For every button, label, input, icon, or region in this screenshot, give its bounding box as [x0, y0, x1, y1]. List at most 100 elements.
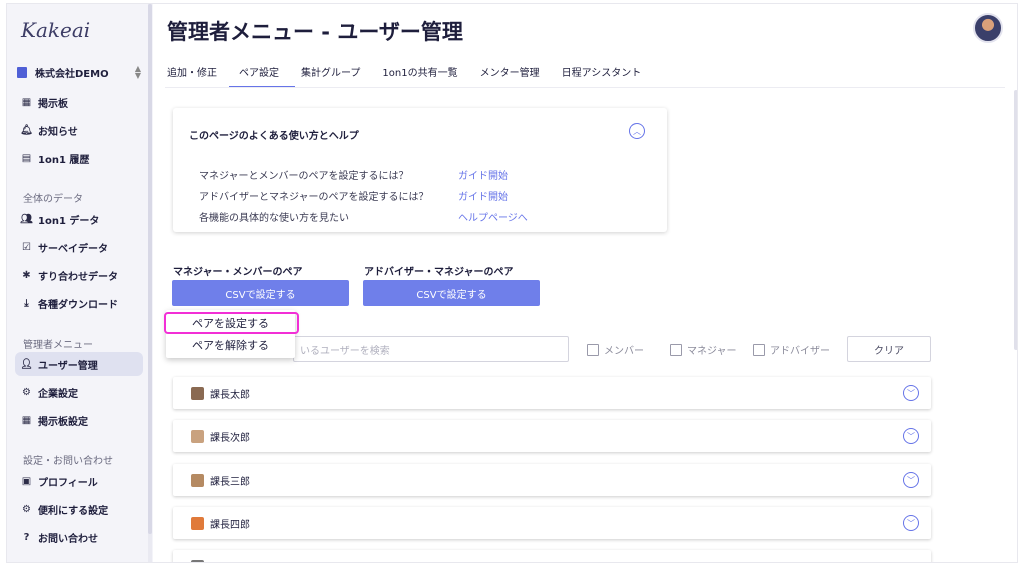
avatar: [191, 386, 204, 400]
expand-row-button[interactable]: ﹀: [903, 515, 919, 531]
sidebar-item-label: 各種ダウンロード: [38, 299, 118, 311]
company-name: 株式会社DEMO: [35, 68, 109, 80]
help-title: このページのよくある使い方とヘルプ: [189, 131, 359, 142]
user-row[interactable]: [173, 550, 931, 562]
manager-filter-checkbox[interactable]: マネジャー: [670, 342, 737, 357]
app-window: Kakeai 株式会社DEMO ▲ ▼ ▦ 掲示板 🔔︎ お知らせ ▤ 1on1 …: [6, 3, 1018, 563]
user-name: 課長四郎: [210, 519, 250, 531]
chevron-down-icon: ﹀: [907, 431, 915, 441]
company-switcher[interactable]: 株式会社DEMO ▲ ▼: [17, 62, 145, 82]
user-row[interactable]: 課長四郎 ﹀: [173, 507, 931, 539]
user-row[interactable]: 課長次郎 ﹀: [173, 420, 931, 452]
company-settings-icon: ⚙: [22, 386, 31, 398]
puzzle-icon: ✱: [22, 269, 31, 281]
section-label-admin: 管理者メニュー: [23, 340, 93, 351]
user-name: 課長次郎: [210, 432, 250, 444]
sidebar-item-label: お知らせ: [38, 126, 78, 138]
manager-member-pair-label: マネジャー・メンバーのペア: [173, 267, 303, 278]
member-filter-checkbox[interactable]: メンバー: [587, 342, 644, 357]
user-manage-icon: 👤︎: [20, 358, 33, 370]
section-label-settings: 設定・お問い合わせ: [23, 456, 113, 467]
sidebar-item-board-settings[interactable]: ▦ 掲示板設定: [15, 408, 143, 432]
board-icon: ▦: [21, 96, 32, 108]
download-icon: ⤓: [24, 297, 29, 309]
sidebar-item-label: ユーザー管理: [38, 360, 98, 372]
sidebar-item-profile[interactable]: ▣ プロフィール: [15, 469, 143, 493]
sidebar-item-label: お問い合わせ: [38, 533, 98, 545]
sidebar-item-convenience-settings[interactable]: ⚙ 便利にする設定: [15, 497, 143, 521]
sidebar-item-alignment-data[interactable]: ✱ すり合わせデータ: [15, 263, 143, 287]
advisor-filter-checkbox[interactable]: アドバイザー: [753, 342, 830, 357]
sidebar-item-downloads[interactable]: ⤓ 各種ダウンロード: [15, 291, 143, 315]
tab-pair-settings[interactable]: ペア設定: [229, 60, 295, 88]
tab-schedule-assistant[interactable]: 日程アシスタント: [560, 60, 654, 88]
checkbox-icon: [670, 343, 682, 356]
user-row[interactable]: 課長太郎 ﹀: [173, 377, 931, 409]
help-question: マネジャーとメンバーのペアを設定するには？: [199, 171, 409, 182]
set-pair-menu-item[interactable]: ペアを設定する: [164, 312, 299, 334]
page-title: 管理者メニュー - ユーザー管理: [167, 20, 463, 44]
sidebar-item-user-management[interactable]: 👤︎ ユーザー管理: [15, 352, 143, 376]
profile-icon: ▣: [21, 475, 32, 487]
user-avatar[interactable]: [973, 13, 1003, 43]
board-settings-icon: ▦: [21, 414, 32, 426]
sidebar-item-board[interactable]: ▦ 掲示板: [15, 90, 143, 114]
help-question: アドバイザーとマネジャーのペアを設定するには？: [199, 192, 429, 203]
user-name: 課長三郎: [210, 476, 250, 488]
help-link-guide-manager-member[interactable]: ガイド開始: [458, 167, 508, 182]
main-scrollbar[interactable]: [1014, 90, 1017, 350]
sidebar-item-contact[interactable]: ? お問い合わせ: [15, 525, 143, 549]
help-link-help-page[interactable]: ヘルプページへ: [458, 209, 528, 224]
tab-add-edit[interactable]: 追加・修正: [165, 60, 229, 88]
sidebar-item-label: サーベイデータ: [38, 243, 108, 255]
help-icon: ?: [23, 531, 30, 543]
sidebar-item-survey-data[interactable]: ☑ サーベイデータ: [15, 235, 143, 259]
collapse-help-button[interactable]: ︿: [629, 123, 645, 139]
tab-divider: [165, 87, 1005, 88]
sidebar-item-label: 便利にする設定: [38, 505, 109, 517]
sidebar-item-label: 掲示板設定: [38, 416, 88, 428]
user-search-input[interactable]: いるユーザーを検索: [293, 336, 569, 362]
sidebar-item-1on1-data[interactable]: 👥︎ 1on1 データ: [15, 207, 143, 231]
survey-icon: ☑: [22, 241, 31, 253]
tab-bar: 追加・修正 ペア設定 集計グループ 1on1の共有一覧 メンター管理 日程アシス…: [165, 60, 661, 88]
user-name: 課長太郎: [210, 389, 250, 401]
checkbox-label: アドバイザー: [770, 346, 830, 357]
expand-row-button[interactable]: ﹀: [903, 472, 919, 488]
avatar: [191, 473, 204, 487]
tab-aggregate-groups[interactable]: 集計グループ: [299, 60, 372, 88]
sidebar-scrollbar-thumb[interactable]: [148, 4, 152, 534]
sidebar-item-company-settings[interactable]: ⚙ 企業設定: [15, 380, 143, 404]
csv-dropdown-menu: ペアを設定する ペアを解除する: [164, 310, 299, 358]
help-question: 各機能の具体的な使い方を見たい: [199, 213, 349, 224]
avatar: [191, 516, 204, 530]
sidebar-item-notifications[interactable]: 🔔︎ お知らせ: [15, 118, 143, 142]
chevron-updown-icon: ▲ ▼: [134, 64, 141, 80]
tab-1on1-sharing[interactable]: 1on1の共有一覧: [380, 60, 469, 88]
chevron-down-icon: ﹀: [907, 388, 915, 398]
chevron-up-icon: ︿: [633, 126, 641, 136]
gear-icon: ⚙: [22, 503, 31, 515]
expand-row-button[interactable]: ﹀: [903, 385, 919, 401]
remove-pair-menu-item[interactable]: ペアを解除する: [166, 334, 295, 356]
manager-member-csv-button[interactable]: CSVで設定する: [172, 280, 349, 306]
checkbox-label: メンバー: [604, 346, 644, 357]
help-card: このページのよくある使い方とヘルプ ︿ マネジャーとメンバーのペアを設定するには…: [173, 108, 667, 232]
clear-filters-button[interactable]: クリア: [847, 336, 931, 362]
sidebar-item-1on1-history[interactable]: ▤ 1on1 履歴: [15, 146, 143, 170]
sidebar-item-label: 企業設定: [38, 388, 78, 400]
help-link-guide-advisor-manager[interactable]: ガイド開始: [458, 188, 508, 203]
advisor-manager-pair-label: アドバイザー・マネジャーのペア: [364, 267, 514, 278]
bell-icon: 🔔︎: [20, 124, 33, 136]
checkbox-label: マネジャー: [687, 346, 737, 357]
expand-row-button[interactable]: ﹀: [903, 428, 919, 444]
people-icon: 👥︎: [20, 213, 33, 225]
sidebar-item-label: プロフィール: [38, 477, 98, 489]
checkbox-icon: [753, 343, 765, 356]
sidebar-item-label: すり合わせデータ: [38, 271, 118, 283]
avatar: [191, 559, 204, 562]
advisor-manager-csv-button[interactable]: CSVで設定する: [363, 280, 540, 306]
sidebar-item-label: 1on1 履歴: [38, 154, 90, 166]
tab-mentor-management[interactable]: メンター管理: [478, 60, 552, 88]
user-row[interactable]: 課長三郎 ﹀: [173, 464, 931, 496]
